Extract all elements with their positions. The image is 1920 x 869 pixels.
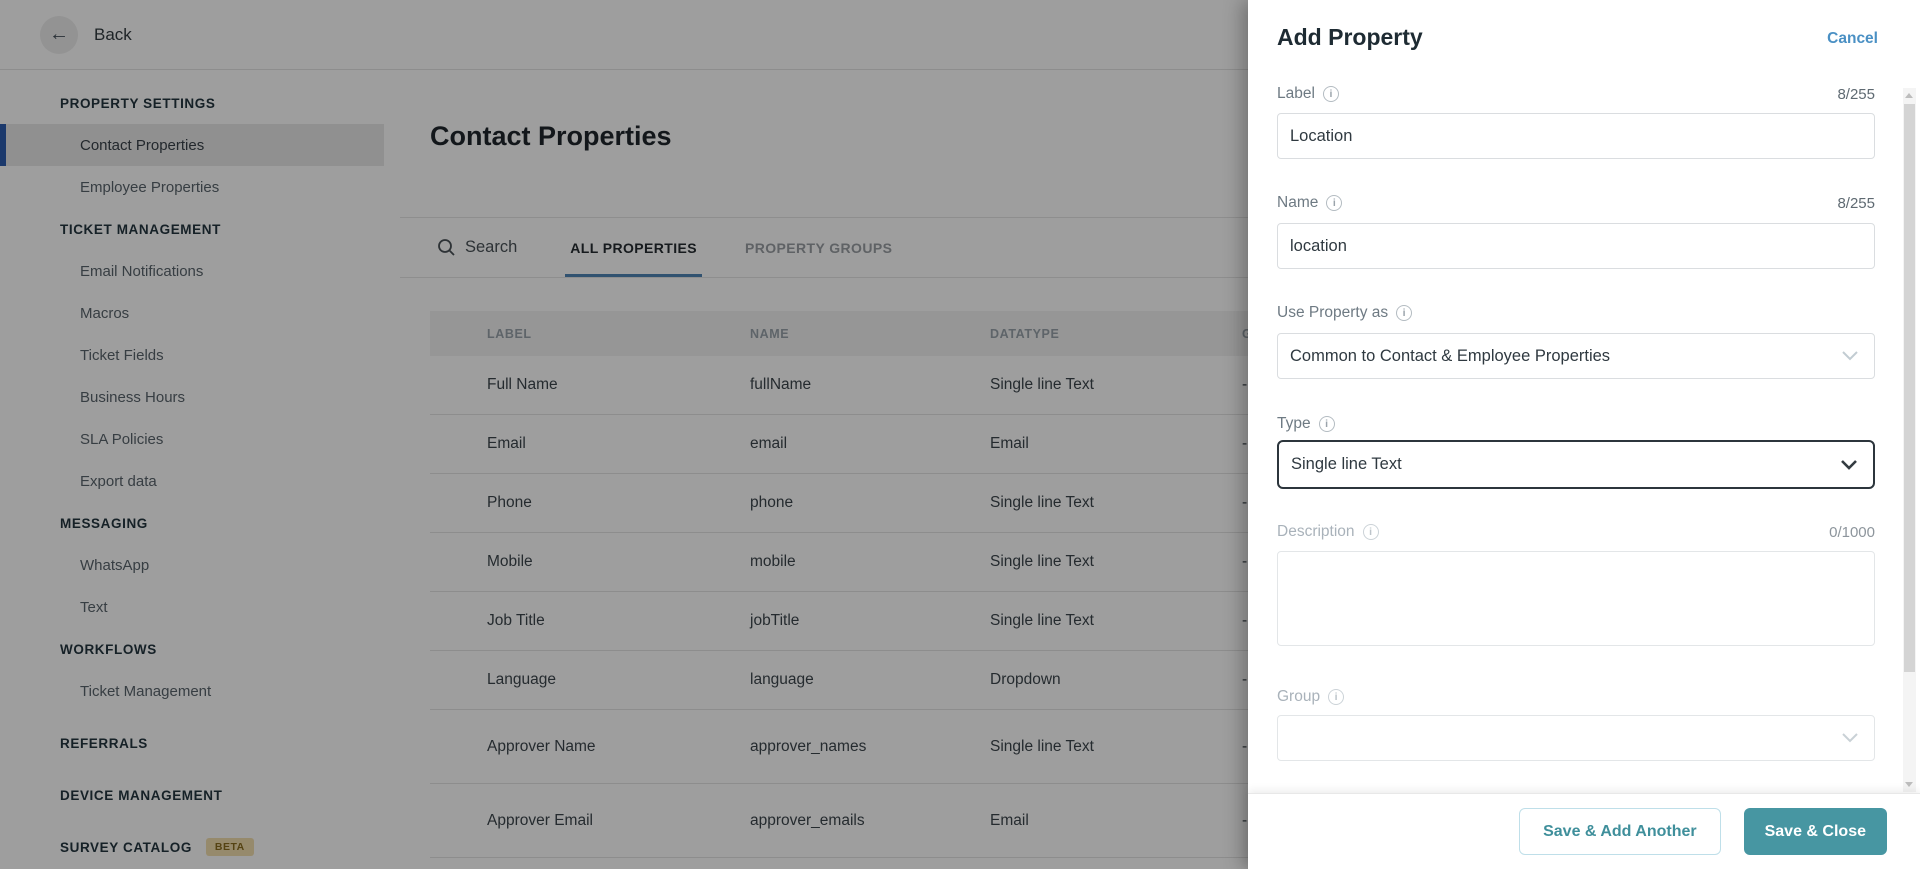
- label-field-label: Label i: [1277, 85, 1339, 103]
- label-input[interactable]: [1277, 113, 1875, 159]
- scroll-down-icon[interactable]: [1905, 782, 1913, 787]
- chevron-down-icon: [1842, 351, 1858, 361]
- drawer-title: Add Property: [1277, 24, 1423, 50]
- info-icon[interactable]: i: [1318, 416, 1335, 432]
- description-textarea[interactable]: [1277, 551, 1875, 646]
- name-input[interactable]: [1277, 223, 1875, 269]
- description-label: Description i: [1277, 523, 1379, 541]
- drawer-scrollbar[interactable]: [1903, 88, 1916, 792]
- drawer-scrollbar-thumb[interactable]: [1904, 104, 1915, 672]
- name-char-counter: 8/255: [1837, 194, 1875, 212]
- info-icon[interactable]: i: [1396, 305, 1413, 321]
- modal-overlay[interactable]: [0, 0, 1248, 869]
- info-icon[interactable]: i: [1328, 689, 1345, 705]
- drawer-footer: Save & Add Another Save & Close: [1248, 793, 1920, 869]
- use-property-as-label: Use Property as i: [1277, 304, 1413, 322]
- name-field-label: Name i: [1277, 194, 1343, 212]
- save-close-button[interactable]: Save & Close: [1743, 808, 1887, 855]
- group-label: Group i: [1277, 688, 1345, 706]
- group-select[interactable]: [1277, 715, 1875, 761]
- label-char-counter: 8/255: [1837, 85, 1875, 103]
- type-select[interactable]: Single line Text: [1277, 440, 1875, 489]
- add-property-drawer: Add Property Cancel Label i 8/255 Name i…: [1248, 0, 1920, 869]
- scroll-up-icon[interactable]: [1905, 93, 1913, 98]
- chevron-down-icon: [1842, 733, 1858, 743]
- info-icon[interactable]: i: [1362, 524, 1379, 540]
- description-char-counter: 0/1000: [1829, 523, 1875, 541]
- cancel-button[interactable]: Cancel: [1827, 30, 1878, 48]
- info-icon[interactable]: i: [1326, 195, 1343, 211]
- use-property-as-select[interactable]: Common to Contact & Employee Properties: [1277, 333, 1875, 379]
- type-label: Type i: [1277, 415, 1335, 433]
- info-icon[interactable]: i: [1322, 86, 1339, 102]
- chevron-down-icon: [1841, 459, 1857, 470]
- save-add-another-button[interactable]: Save & Add Another: [1519, 808, 1721, 855]
